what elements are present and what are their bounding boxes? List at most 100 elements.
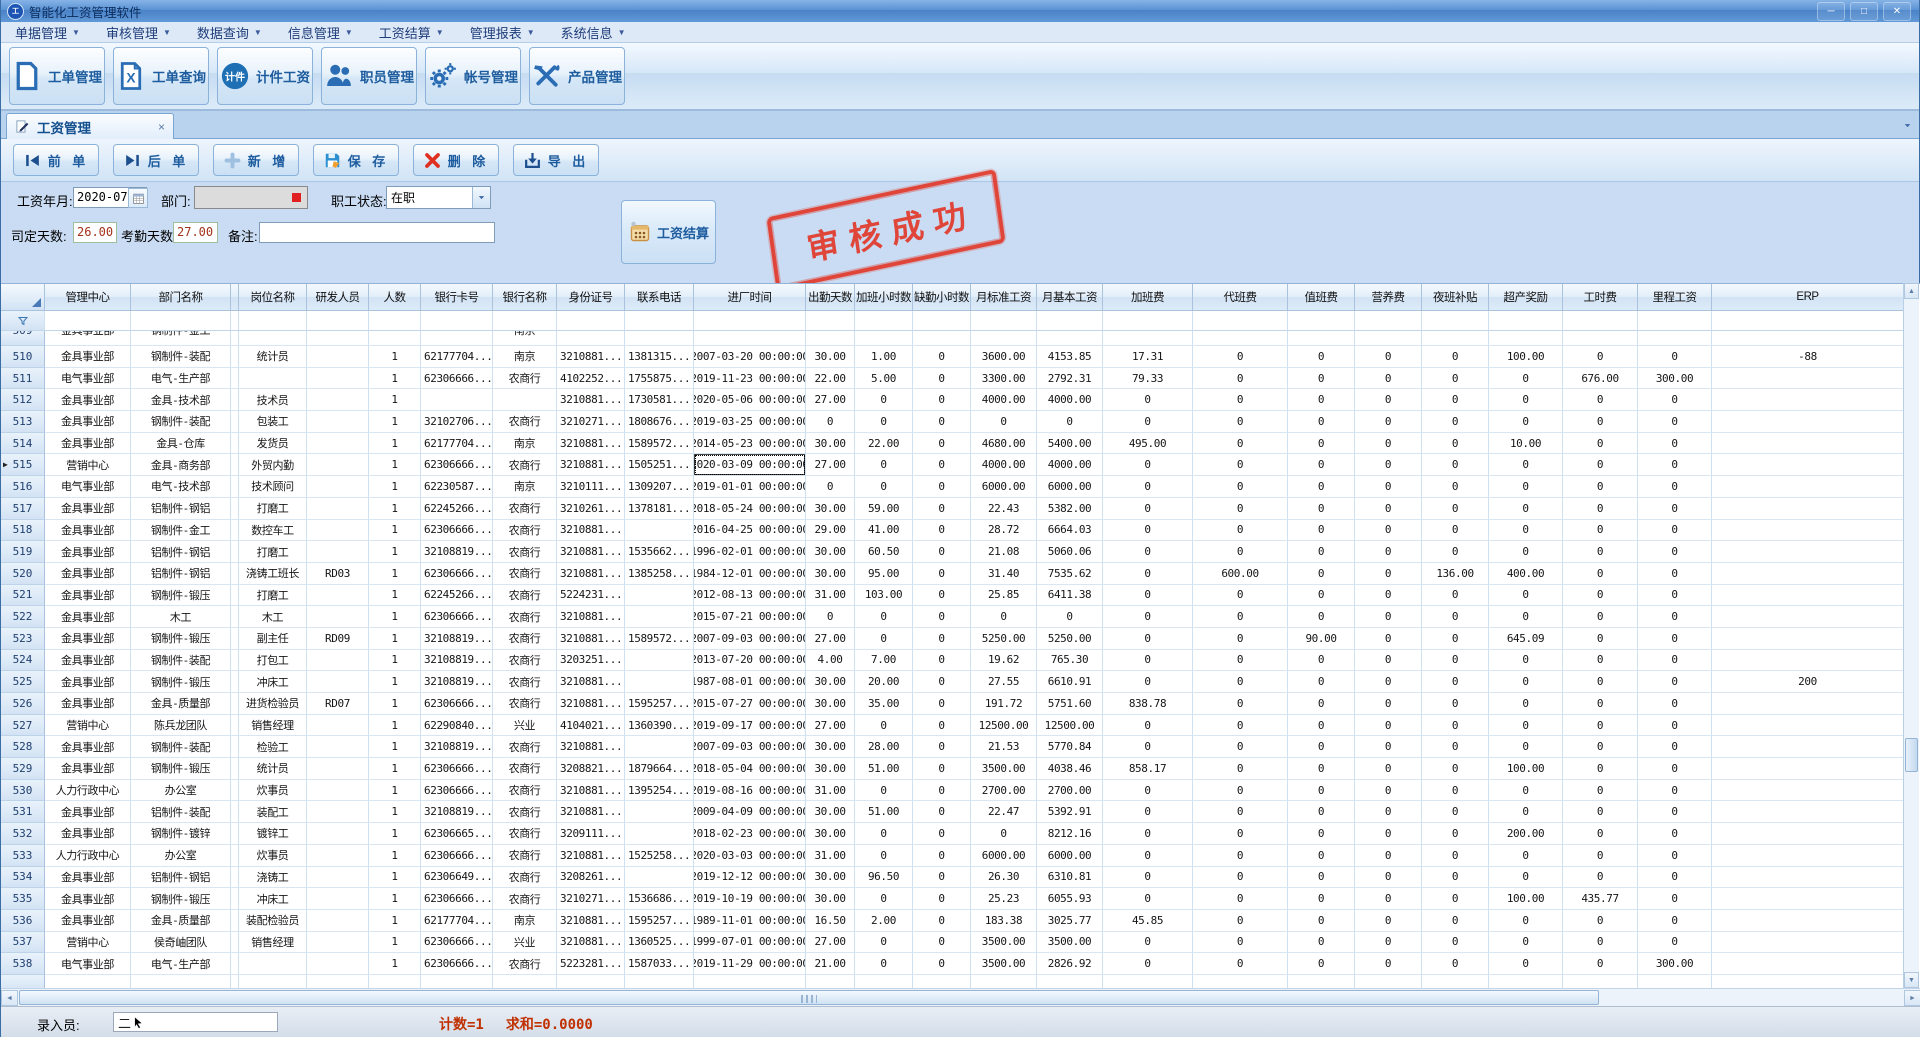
table-cell[interactable]: 3210271... bbox=[557, 411, 625, 433]
column-header-银行名称[interactable]: 银行名称 bbox=[493, 284, 557, 311]
table-cell[interactable]: 0 bbox=[1422, 693, 1489, 715]
table-cell[interactable]: 0 bbox=[1288, 346, 1355, 368]
table-cell[interactable]: 1.00 bbox=[855, 346, 913, 368]
table-cell[interactable] bbox=[231, 541, 239, 563]
table-cell[interactable]: 12500.00 bbox=[971, 715, 1037, 737]
table-cell[interactable]: 0 bbox=[1489, 671, 1563, 693]
table-cell[interactable]: 0 bbox=[1638, 411, 1712, 433]
table-cell[interactable]: 0 bbox=[1563, 953, 1638, 975]
table-cell[interactable]: 1381315... bbox=[625, 346, 694, 368]
table-cell[interactable] bbox=[369, 331, 421, 346]
vertical-scrollbar-thumb[interactable] bbox=[1905, 738, 1918, 772]
filter-cell[interactable] bbox=[1193, 311, 1288, 331]
table-cell[interactable]: 2015-07-27 00:00:00 bbox=[694, 693, 806, 715]
table-cell[interactable]: 0 bbox=[971, 823, 1037, 845]
table-cell[interactable]: 金具事业部 bbox=[45, 563, 131, 585]
table-cell[interactable]: 21.08 bbox=[971, 541, 1037, 563]
table-cell[interactable] bbox=[1712, 953, 1904, 975]
table-cell[interactable]: 0 bbox=[1638, 541, 1712, 563]
table-cell[interactable]: 2020-05-06 00:00:00 bbox=[694, 389, 806, 411]
table-cell[interactable]: 2018-05-24 00:00:00 bbox=[694, 498, 806, 520]
table-cell[interactable]: 0 bbox=[1563, 454, 1638, 476]
table-cell[interactable]: 0 bbox=[1563, 671, 1638, 693]
salary-settlement-button[interactable]: 工资结算 bbox=[621, 200, 716, 264]
table-cell[interactable]: 5250.00 bbox=[971, 628, 1037, 650]
table-cell[interactable]: 30.00 bbox=[806, 563, 855, 585]
table-cell[interactable] bbox=[307, 498, 369, 520]
table-cell[interactable]: 7535.62 bbox=[1037, 563, 1103, 585]
horizontal-scrollbar-thumb[interactable] bbox=[19, 990, 1599, 1005]
table-cell[interactable]: 0 bbox=[1638, 433, 1712, 455]
toolbar-button-gears[interactable]: 帐号管理 bbox=[425, 47, 521, 105]
table-cell[interactable]: 27.55 bbox=[971, 671, 1037, 693]
table-cell[interactable]: 645.09 bbox=[1489, 628, 1563, 650]
table-cell[interactable]: 农商行 bbox=[493, 498, 557, 520]
table-cell[interactable]: 0 bbox=[1103, 389, 1193, 411]
table-cell[interactable]: 0 bbox=[1103, 498, 1193, 520]
table-cell[interactable]: 统计员 bbox=[239, 346, 307, 368]
table-cell[interactable]: 0 bbox=[1638, 845, 1712, 867]
table-cell[interactable] bbox=[231, 389, 239, 411]
table-cell[interactable]: 营销中心 bbox=[45, 715, 131, 737]
table-cell[interactable]: 0 bbox=[1193, 867, 1288, 889]
table-cell[interactable]: 0 bbox=[1288, 650, 1355, 672]
toolbar-button-piecework[interactable]: 计件计件工资 bbox=[217, 47, 313, 105]
table-cell[interactable]: 浇铸工 bbox=[239, 867, 307, 889]
table-cell[interactable]: 农商行 bbox=[493, 953, 557, 975]
table-cell[interactable]: 1 bbox=[369, 541, 421, 563]
table-cell[interactable]: 1525258... bbox=[625, 845, 694, 867]
table-cell[interactable]: 钢制件-金工 bbox=[131, 520, 231, 542]
table-cell[interactable]: 858.17 bbox=[1103, 758, 1193, 780]
table-cell[interactable]: 0 bbox=[1638, 801, 1712, 823]
table-cell[interactable]: 0 bbox=[1489, 476, 1563, 498]
table-cell[interactable]: 6411.38 bbox=[1037, 585, 1103, 607]
table-cell[interactable]: 1 bbox=[369, 476, 421, 498]
table-cell[interactable]: 1360390... bbox=[625, 715, 694, 737]
table-cell[interactable]: 1879664... bbox=[625, 758, 694, 780]
table-cell[interactable] bbox=[231, 346, 239, 368]
table-cell[interactable]: 62245266... bbox=[421, 585, 493, 607]
record-button-prev[interactable]: 前 单 bbox=[13, 144, 99, 176]
column-header-出勤天数[interactable]: 出勤天数 bbox=[806, 284, 855, 311]
table-cell[interactable]: 0 bbox=[1288, 693, 1355, 715]
table-cell[interactable]: 1 bbox=[369, 953, 421, 975]
table-cell[interactable] bbox=[307, 801, 369, 823]
table-cell[interactable]: RD07 bbox=[307, 693, 369, 715]
table-cell[interactable] bbox=[1712, 693, 1904, 715]
table-cell[interactable]: 1989-11-01 00:00:00 bbox=[694, 910, 806, 932]
table-cell[interactable]: 51.00 bbox=[855, 758, 913, 780]
table-cell[interactable] bbox=[1712, 368, 1904, 390]
table-cell[interactable]: 0 bbox=[1037, 411, 1103, 433]
table-cell[interactable]: 0 bbox=[1489, 780, 1563, 802]
table-cell[interactable]: 0 bbox=[855, 823, 913, 845]
table-cell[interactable] bbox=[231, 433, 239, 455]
table-cell[interactable]: 191.72 bbox=[971, 693, 1037, 715]
table-cell[interactable] bbox=[231, 671, 239, 693]
table-cell[interactable]: 2792.31 bbox=[1037, 368, 1103, 390]
table-cell[interactable]: 0 bbox=[1638, 563, 1712, 585]
table-cell[interactable] bbox=[307, 910, 369, 932]
table-cell[interactable]: 0 bbox=[1103, 953, 1193, 975]
table-cell[interactable]: 90.00 bbox=[1288, 628, 1355, 650]
table-cell[interactable] bbox=[307, 715, 369, 737]
table-cell[interactable]: 1730581... bbox=[625, 389, 694, 411]
table-cell[interactable]: 1587033... bbox=[625, 953, 694, 975]
table-cell[interactable]: 676.00 bbox=[1563, 368, 1638, 390]
table-cell[interactable]: 0 bbox=[913, 606, 971, 628]
table-cell[interactable]: 30.00 bbox=[806, 346, 855, 368]
table-row[interactable]: 529金具事业部钢制件-锻压统计员162306666...农商行3208821.… bbox=[1, 758, 1904, 780]
table-cell[interactable]: 300.00 bbox=[1638, 953, 1712, 975]
table-cell[interactable]: 12500.00 bbox=[1037, 715, 1103, 737]
table-cell[interactable]: 0 bbox=[1193, 671, 1288, 693]
table-cell[interactable] bbox=[625, 823, 694, 845]
table-cell[interactable]: 金具事业部 bbox=[45, 736, 131, 758]
table-cell[interactable]: 0 bbox=[1103, 715, 1193, 737]
table-cell[interactable] bbox=[231, 715, 239, 737]
table-cell[interactable]: 3208821... bbox=[557, 758, 625, 780]
table-cell[interactable] bbox=[307, 953, 369, 975]
table-cell[interactable]: 农商行 bbox=[493, 780, 557, 802]
table-cell[interactable]: 0 bbox=[913, 476, 971, 498]
table-cell[interactable] bbox=[231, 411, 239, 433]
table-cell[interactable]: 1 bbox=[369, 758, 421, 780]
table-cell[interactable]: 0 bbox=[913, 585, 971, 607]
